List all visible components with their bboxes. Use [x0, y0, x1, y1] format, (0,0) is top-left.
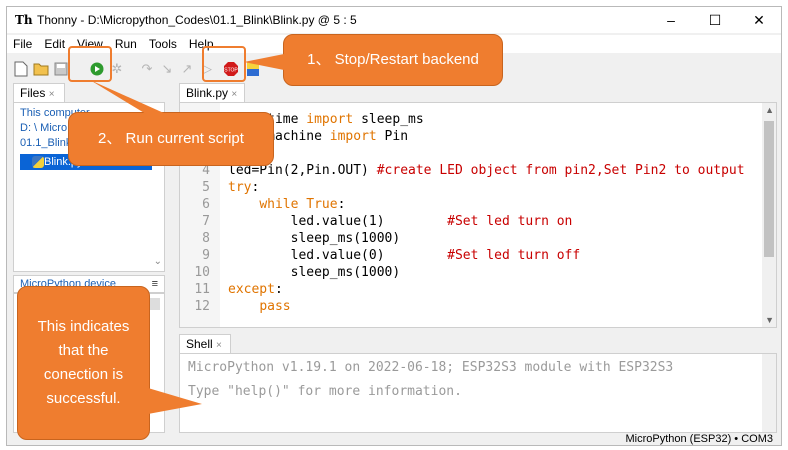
- code-text: while True:: [259, 197, 346, 212]
- editor-tab-close-icon[interactable]: ×: [231, 89, 237, 100]
- shell-panel[interactable]: MicroPython v1.19.1 on 2022-06-18; ESP32…: [179, 353, 777, 433]
- tab-editor-blink[interactable]: Blink.py ×: [179, 83, 245, 103]
- step-out-icon[interactable]: ↗: [179, 61, 195, 77]
- line-number: 11: [194, 282, 210, 297]
- scroll-down-icon[interactable]: ⌄: [154, 256, 162, 267]
- callout-connection: This indicates that the conection is suc…: [17, 286, 150, 440]
- tab-files[interactable]: Files ×: [13, 83, 65, 103]
- line-number: 6: [202, 197, 210, 212]
- shell-help-hint: Type "help()" for more information.: [188, 384, 462, 399]
- line-number: 10: [194, 265, 210, 280]
- window-controls: – ☐ ✕: [649, 7, 781, 33]
- tab-shell[interactable]: Shell ×: [179, 334, 231, 354]
- callout-run-script: 2、 Run current script: [68, 112, 274, 166]
- code-text: except:: [228, 282, 283, 297]
- line-number: 5: [202, 180, 210, 195]
- editor-scrollbar[interactable]: ▲ ▼: [762, 103, 776, 327]
- maximize-button[interactable]: ☐: [693, 7, 737, 33]
- line-number: 9: [202, 248, 210, 263]
- code-line[interactable]: 10 sleep_ms(1000): [180, 264, 400, 281]
- code-line[interactable]: 6 while True:: [180, 196, 345, 213]
- scroll-up-icon[interactable]: ▲: [765, 105, 774, 115]
- shell-banner: MicroPython v1.19.1 on 2022-06-18; ESP32…: [188, 360, 674, 375]
- thonny-logo-icon: Th: [15, 13, 33, 27]
- code-line[interactable]: 5 try:: [180, 179, 259, 196]
- menu-tools[interactable]: Tools: [143, 35, 183, 53]
- code-line[interactable]: 9 led.value(0) #Set led turn off: [180, 247, 580, 264]
- line-number: 7: [202, 214, 210, 229]
- callout-run-text: 2、 Run current script: [98, 130, 244, 147]
- callout-connection-text: This indicates that the conection is suc…: [37, 318, 130, 407]
- callout-stop-restart: 1、 Stop/Restart backend: [283, 34, 503, 86]
- window-title: Thonny - D:\Micropython_Codes\01.1_Blink…: [37, 13, 357, 27]
- code-text: sleep_ms(1000): [228, 231, 401, 246]
- code-text: led=Pin(2,Pin.OUT) #create LED object fr…: [228, 163, 745, 178]
- save-icon[interactable]: [53, 61, 69, 77]
- shell-tab-label: Shell: [186, 337, 213, 351]
- device-menu-icon[interactable]: ≡: [152, 276, 158, 292]
- editor-scroll-thumb[interactable]: [764, 121, 774, 257]
- code-line[interactable]: 12 pass: [180, 298, 290, 315]
- callout-stop-pointer: [244, 54, 284, 70]
- callout-stop-text: 1、 Stop/Restart backend: [307, 51, 479, 68]
- code-line[interactable]: 11 except:: [180, 281, 282, 298]
- code-text: try:: [228, 180, 260, 195]
- callout-connection-pointer: [148, 388, 202, 414]
- menu-file[interactable]: File: [7, 35, 38, 53]
- code-text: pass: [259, 299, 291, 314]
- minimize-button[interactable]: –: [649, 7, 693, 33]
- new-file-icon[interactable]: [13, 61, 29, 77]
- scroll-down-icon[interactable]: ▼: [765, 315, 774, 325]
- line-number: 12: [194, 299, 210, 314]
- code-text: sleep_ms(1000): [228, 265, 401, 280]
- open-file-icon[interactable]: [33, 61, 49, 77]
- files-location-folder[interactable]: 01.1_Blink: [20, 137, 71, 149]
- editor-tab-label: Blink.py: [186, 86, 229, 100]
- shell-tab-close-icon[interactable]: ×: [216, 340, 222, 351]
- line-number: 8: [202, 231, 210, 246]
- callout-run-pointer: [90, 80, 166, 114]
- files-tab-label: Files: [20, 86, 46, 100]
- shell-scrollbar[interactable]: [762, 354, 776, 432]
- interpreter-status[interactable]: MicroPython (ESP32) • COM3: [625, 433, 773, 445]
- python-file-icon: [32, 156, 44, 168]
- code-line[interactable]: 7 led.value(1) #Set led turn on: [180, 213, 572, 230]
- step-over-icon[interactable]: ↷: [139, 61, 155, 77]
- files-location-drive[interactable]: D: \ Micro: [20, 122, 67, 134]
- title-bar: Th Thonny - D:\Micropython_Codes\01.1_Bl…: [7, 7, 781, 33]
- close-window-button[interactable]: ✕: [737, 7, 781, 33]
- run-button-highlight: [68, 46, 112, 82]
- menu-edit[interactable]: Edit: [38, 35, 71, 53]
- stop-button-highlight: [202, 46, 246, 82]
- step-into-icon[interactable]: ↘: [159, 61, 175, 77]
- code-text: led.value(0) #Set led turn off: [228, 248, 581, 263]
- code-text: led.value(1) #Set led turn on: [228, 214, 573, 229]
- menu-run[interactable]: Run: [109, 35, 143, 53]
- code-line[interactable]: 8 sleep_ms(1000): [180, 230, 400, 247]
- files-tab-close-icon[interactable]: ×: [49, 89, 55, 100]
